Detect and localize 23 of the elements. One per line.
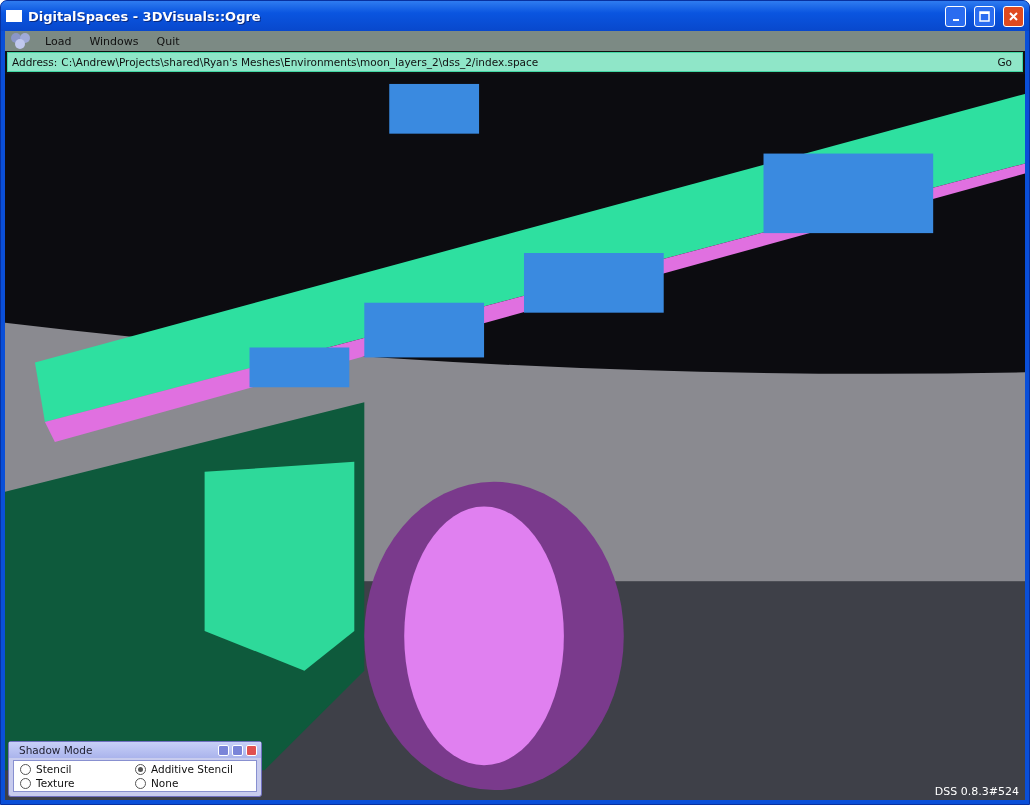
menu-item[interactable]: Windows (83, 34, 145, 48)
maximize-icon (979, 10, 990, 22)
radio-option[interactable]: None (135, 777, 250, 789)
version-label: DSS 0.8.3#524 (934, 785, 1019, 798)
go-button[interactable]: Go (991, 56, 1018, 68)
radio-option[interactable]: Stencil (20, 763, 135, 775)
panel-close-button[interactable] (246, 744, 257, 756)
radio-option[interactable]: Texture (20, 777, 135, 789)
radio-option[interactable]: Additive Stencil (135, 763, 250, 775)
panel-title: Shadow Mode (19, 744, 94, 756)
panel-collapse-button[interactable] (218, 744, 229, 756)
menu-item[interactable]: Load (39, 34, 78, 48)
maximize-button[interactable] (974, 5, 995, 27)
window-title: DigitalSpaces - 3DVisuals::Ogre (28, 8, 262, 24)
close-icon (1008, 10, 1019, 22)
panel-minimize-button[interactable] (232, 744, 243, 756)
address-bar[interactable]: Address: C:\Andrew\Projects\shared\Ryan's Meshes\Environments\moon_layers_2\dss_2/index.space Go (7, 52, 1023, 72)
menu-item[interactable]: Quit (150, 34, 186, 48)
close-button[interactable] (1003, 5, 1024, 27)
cubes-logo-icon (9, 32, 33, 50)
minimize-button[interactable] (945, 5, 966, 27)
window-icon (6, 10, 22, 22)
minimize-icon (952, 19, 959, 21)
